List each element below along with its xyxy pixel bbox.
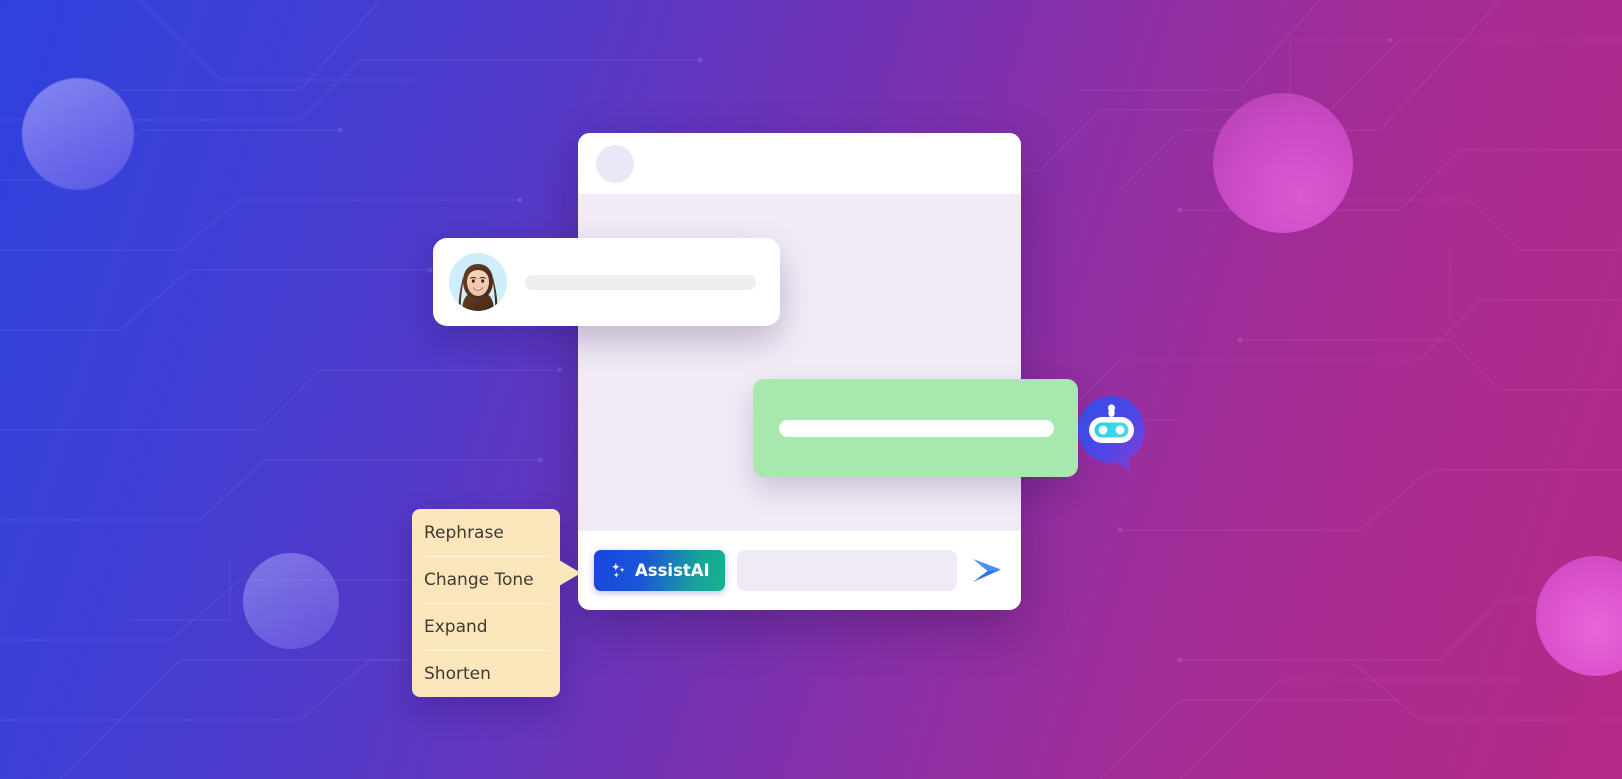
chat-composer-bar: AssistAI [578,531,1021,610]
message-input[interactable] [736,550,957,591]
menu-item-label: Rephrase [424,522,504,543]
message-text-placeholder [525,274,756,290]
bot-message-bubble [753,379,1078,477]
assist-ai-button[interactable]: AssistAI [594,550,725,591]
user-avatar-photo-icon [449,253,507,311]
chat-window: AssistAI [578,133,1021,610]
avatar [449,253,507,311]
menu-item-label: Change Tone [424,569,534,590]
menu-item-label: Shorten [424,663,491,684]
assist-ai-options-menu: Rephrase Change Tone Expand Shorten [412,509,560,697]
avatar-placeholder-circle-icon [596,144,634,183]
menu-pointer-arrow [559,560,581,586]
robot-chat-bubble-icon [1078,396,1145,472]
sparkles-icon [611,562,625,578]
menu-item-rephrase[interactable]: Rephrase [412,509,560,556]
send-button[interactable] [969,553,1005,589]
bot-message-text-placeholder [779,419,1054,437]
user-message-card [433,238,780,326]
menu-item-label: Expand [424,616,488,637]
assist-ai-button-label: AssistAI [635,561,710,580]
menu-item-shorten[interactable]: Shorten [412,650,560,697]
menu-item-expand[interactable]: Expand [412,603,560,650]
chat-window-header [578,133,1021,194]
menu-item-change-tone[interactable]: Change Tone [412,556,560,603]
send-paper-plane-icon [973,558,1001,582]
